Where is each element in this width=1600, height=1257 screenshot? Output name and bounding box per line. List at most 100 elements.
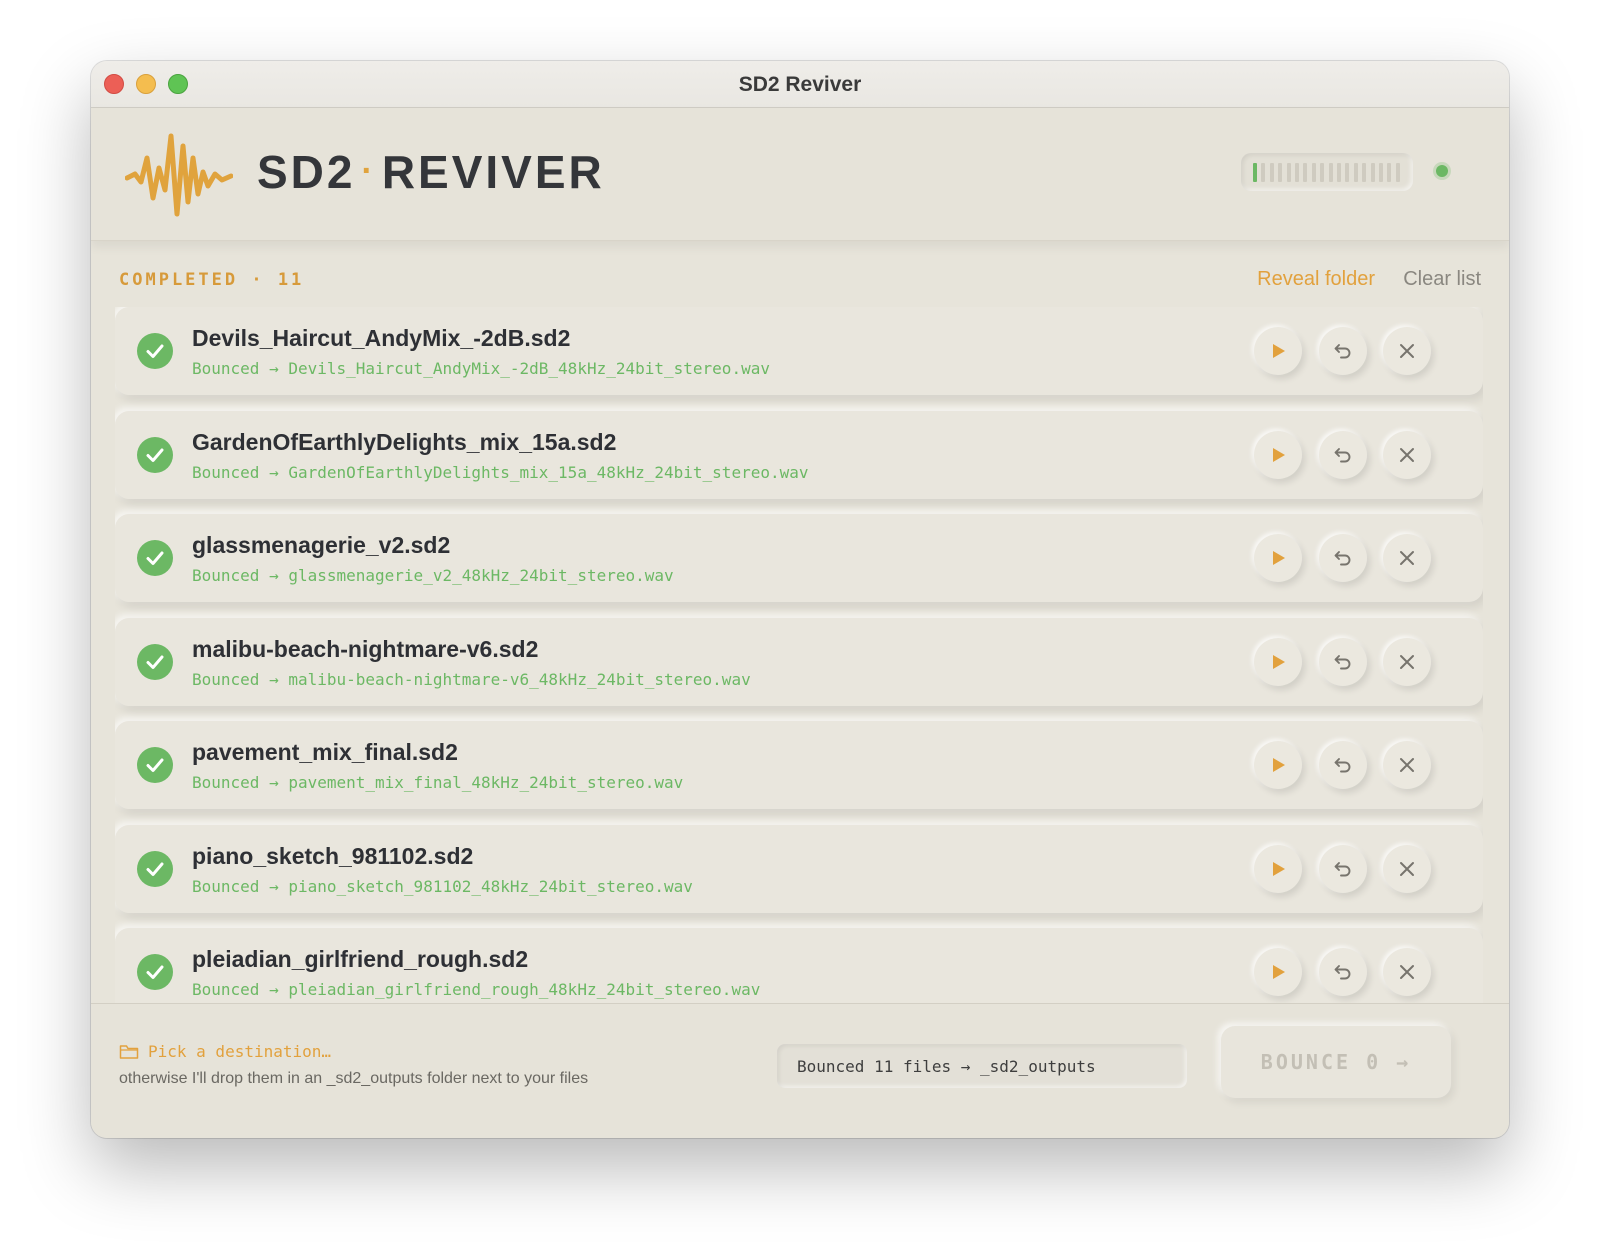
check-circle-icon [137,644,173,680]
status-indicator [1436,165,1448,177]
reveal-folder-link[interactable]: Reveal folder [1257,268,1375,291]
meter-segment [1362,163,1367,182]
output-file-name: Bounced → Devils_Haircut_AndyMix_-2dB_48… [192,359,770,378]
output-file-name: Bounced → piano_sketch_981102_48kHz_24bi… [192,877,693,896]
file-name: pavement_mix_final.sd2 [192,739,458,765]
undo-icon [1334,448,1351,463]
play-button[interactable] [1254,741,1302,789]
undo-icon [1334,758,1351,773]
close-icon [1400,344,1414,358]
remove-button[interactable] [1383,948,1431,996]
brand-wordmark: SD2 · REVIVER [257,145,605,199]
app-header: SD2 · REVIVER [91,108,1509,241]
completed-file-list[interactable]: Devils_Haircut_AndyMix_-2dB.sd2 Bounced … [115,307,1483,1003]
footer-bar: Pick a destination… otherwise I'll drop … [91,1003,1509,1138]
meter-segment [1328,163,1333,182]
close-icon [1400,758,1414,772]
meter-segment [1320,163,1325,182]
file-name: malibu-beach-nightmare-v6.sd2 [192,636,539,662]
undo-icon [1334,655,1351,670]
close-icon [1400,551,1414,565]
folder-icon [119,1044,139,1059]
output-file-name: Bounced → pleiadian_girlfriend_rough_48k… [192,980,761,999]
destination-note: otherwise I'll drop them in an _sd2_outp… [119,1070,589,1087]
destination-label: Pick a destination… [148,1042,332,1061]
close-icon [1400,862,1414,876]
play-button[interactable] [1254,327,1302,375]
file-name: piano_sketch_981102.sd2 [192,843,474,869]
undo-button[interactable] [1319,741,1367,789]
undo-button[interactable] [1319,948,1367,996]
close-icon [1400,965,1414,979]
undo-icon [1334,551,1351,566]
title-bar: SD2 Reviver [91,61,1509,108]
meter-segment [1269,163,1274,182]
file-name: glassmenagerie_v2.sd2 [192,532,451,558]
meter-segment [1311,163,1316,182]
section-header: COMPLETED · 11 Reveal folder Clear list [119,266,1481,296]
bounce-status: Bounced 11 files → _sd2_outputs [777,1044,1187,1088]
meter-segment [1370,163,1375,182]
output-file-name: Bounced → GardenOfEarthlyDelights_mix_15… [192,463,809,482]
file-row: malibu-beach-nightmare-v6.sd2 Bounced → … [115,618,1483,706]
remove-button[interactable] [1383,638,1431,686]
file-name: Devils_Haircut_AndyMix_-2dB.sd2 [192,325,571,351]
play-button[interactable] [1254,638,1302,686]
file-row: Devils_Haircut_AndyMix_-2dB.sd2 Bounced … [115,307,1483,395]
check-circle-icon [137,954,173,990]
play-icon [1273,344,1285,358]
meter-segment [1395,163,1400,182]
remove-button[interactable] [1383,431,1431,479]
remove-button[interactable] [1383,534,1431,582]
meter-segment [1379,163,1383,182]
play-button[interactable] [1254,431,1302,479]
completed-count-label: COMPLETED · 11 [119,270,305,290]
remove-button[interactable] [1383,845,1431,893]
file-row: pavement_mix_final.sd2 Bounced → pavemen… [115,721,1483,809]
play-icon [1273,758,1285,772]
remove-button[interactable] [1383,327,1431,375]
undo-button[interactable] [1319,431,1367,479]
meter-segment [1337,163,1341,182]
file-name: pleiadian_girlfriend_rough.sd2 [192,946,529,972]
file-row: pleiadian_girlfriend_rough.sd2 Bounced →… [115,928,1483,1003]
file-name: GardenOfEarthlyDelights_mix_15a.sd2 [192,429,617,455]
brand-left: SD2 [257,146,356,198]
level-meter [1241,153,1413,191]
app-window: SD2 Reviver SD2 · REVIVER COMPLETED · 11 R… [91,61,1509,1138]
bounce-button[interactable]: BOUNCE 0 → [1221,1026,1451,1098]
close-icon [1400,655,1414,669]
undo-button[interactable] [1319,638,1367,686]
check-circle-icon [137,747,173,783]
undo-icon [1334,965,1351,980]
play-icon [1273,965,1285,979]
check-circle-icon [137,851,173,887]
close-icon [1400,448,1414,462]
undo-button[interactable] [1319,845,1367,893]
meter-segment [1253,163,1257,182]
remove-button[interactable] [1383,741,1431,789]
check-circle-icon [137,540,173,576]
play-button[interactable] [1254,534,1302,582]
file-row: piano_sketch_981102.sd2 Bounced → piano_… [115,825,1483,913]
check-circle-icon [137,333,173,369]
meter-segment [1278,163,1283,182]
meter-segment [1345,163,1350,182]
output-file-name: Bounced → glassmenagerie_v2_48kHz_24bit_… [192,566,674,585]
undo-icon [1334,862,1351,877]
meter-segment [1286,163,1291,182]
check-circle-icon [137,437,173,473]
undo-button[interactable] [1319,534,1367,582]
pick-destination-button[interactable]: Pick a destination… [119,1042,331,1061]
output-file-name: Bounced → malibu-beach-nightmare-v6_48kH… [192,670,751,689]
brand-right: REVIVER [381,146,605,198]
meter-segment [1295,163,1299,182]
waveform-logo-icon [125,133,233,217]
play-button[interactable] [1254,948,1302,996]
undo-button[interactable] [1319,327,1367,375]
file-row: glassmenagerie_v2.sd2 Bounced → glassmen… [115,514,1483,602]
meter-segment [1261,163,1266,182]
play-icon [1273,551,1285,565]
play-button[interactable] [1254,845,1302,893]
clear-list-link[interactable]: Clear list [1403,268,1481,291]
